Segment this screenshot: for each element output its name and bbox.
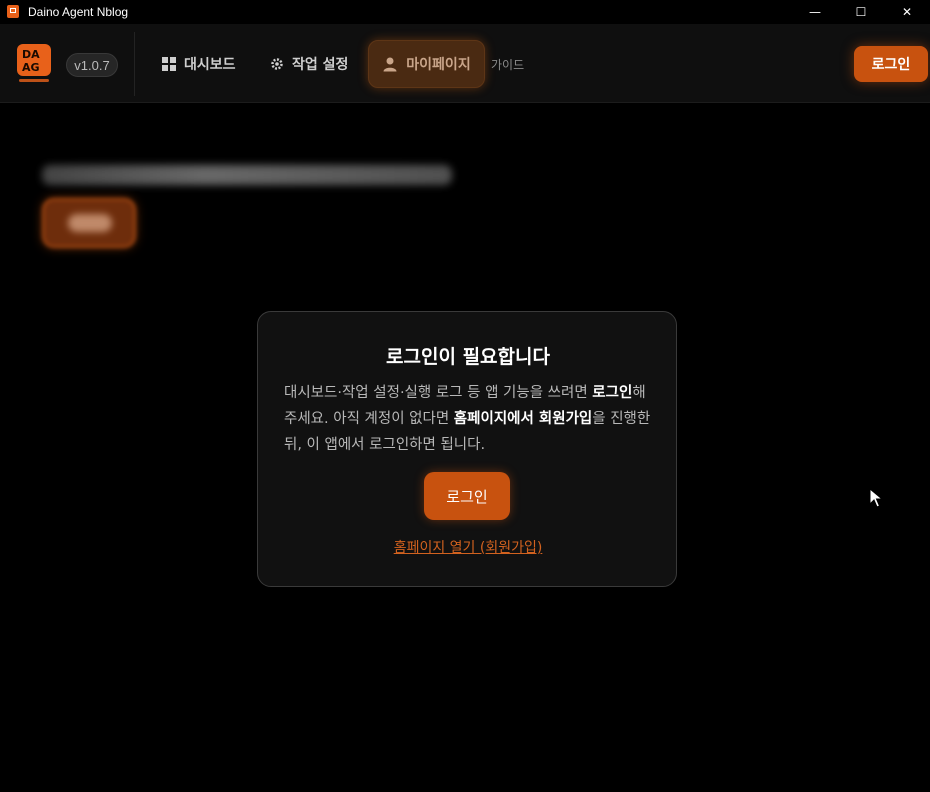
homepage-signup-link[interactable]: 홈페이지 열기 (회원가입) bbox=[258, 537, 678, 557]
app-header: DA AG v1.0.7 대시보드 작업 설정 마이페이지 가이드 로그인 bbox=[0, 24, 930, 103]
blurred-background-button bbox=[42, 198, 136, 248]
window-controls: — ☐ ✕ bbox=[792, 0, 930, 24]
brand-logo[interactable]: DA AG bbox=[17, 44, 51, 86]
gear-icon bbox=[271, 58, 283, 70]
nav-guide[interactable]: 가이드 bbox=[491, 56, 524, 73]
svg-text:AG: AG bbox=[22, 61, 40, 74]
modal-desc-bold-2: 홈페이지에서 회원가입 bbox=[453, 411, 593, 427]
header-login-button[interactable]: 로그인 bbox=[854, 46, 928, 82]
nav-dashboard[interactable]: 대시보드 bbox=[162, 40, 236, 88]
modal-login-button[interactable]: 로그인 bbox=[424, 472, 510, 520]
header-divider bbox=[134, 32, 135, 96]
svg-text:DA: DA bbox=[22, 48, 40, 61]
nav-mypage-label: 마이페이지 bbox=[406, 57, 471, 73]
modal-desc-bold-1: 로그인 bbox=[592, 385, 633, 401]
modal-desc-part-1: 대시보드·작업 설정·실행 로그 등 앱 기능을 쓰려면 bbox=[284, 385, 593, 401]
grid-icon bbox=[162, 57, 176, 71]
modal-description: 대시보드·작업 설정·실행 로그 등 앱 기능을 쓰려면 로그인해 주세요. 아… bbox=[284, 380, 660, 458]
app-logo-icon bbox=[7, 5, 19, 18]
close-button[interactable]: ✕ bbox=[884, 0, 930, 24]
window-title: Daino Agent Nblog bbox=[28, 5, 129, 19]
mouse-cursor-icon bbox=[869, 488, 883, 508]
login-required-modal: 로그인이 필요합니다 대시보드·작업 설정·실행 로그 등 앱 기능을 쓰려면 … bbox=[257, 311, 677, 587]
nav-mypage[interactable]: 마이페이지 bbox=[368, 40, 485, 88]
minimize-button[interactable]: — bbox=[792, 0, 838, 24]
version-badge: v1.0.7 bbox=[66, 53, 118, 77]
window-titlebar: Daino Agent Nblog — ☐ ✕ bbox=[0, 0, 930, 24]
nav-settings-label: 작업 설정 bbox=[292, 57, 349, 73]
user-icon bbox=[383, 57, 397, 72]
modal-title: 로그인이 필요합니다 bbox=[386, 346, 550, 368]
nav-dashboard-label: 대시보드 bbox=[184, 57, 236, 73]
nav-settings[interactable]: 작업 설정 bbox=[270, 40, 348, 88]
blurred-background-text bbox=[42, 165, 452, 185]
maximize-button[interactable]: ☐ bbox=[838, 0, 884, 24]
